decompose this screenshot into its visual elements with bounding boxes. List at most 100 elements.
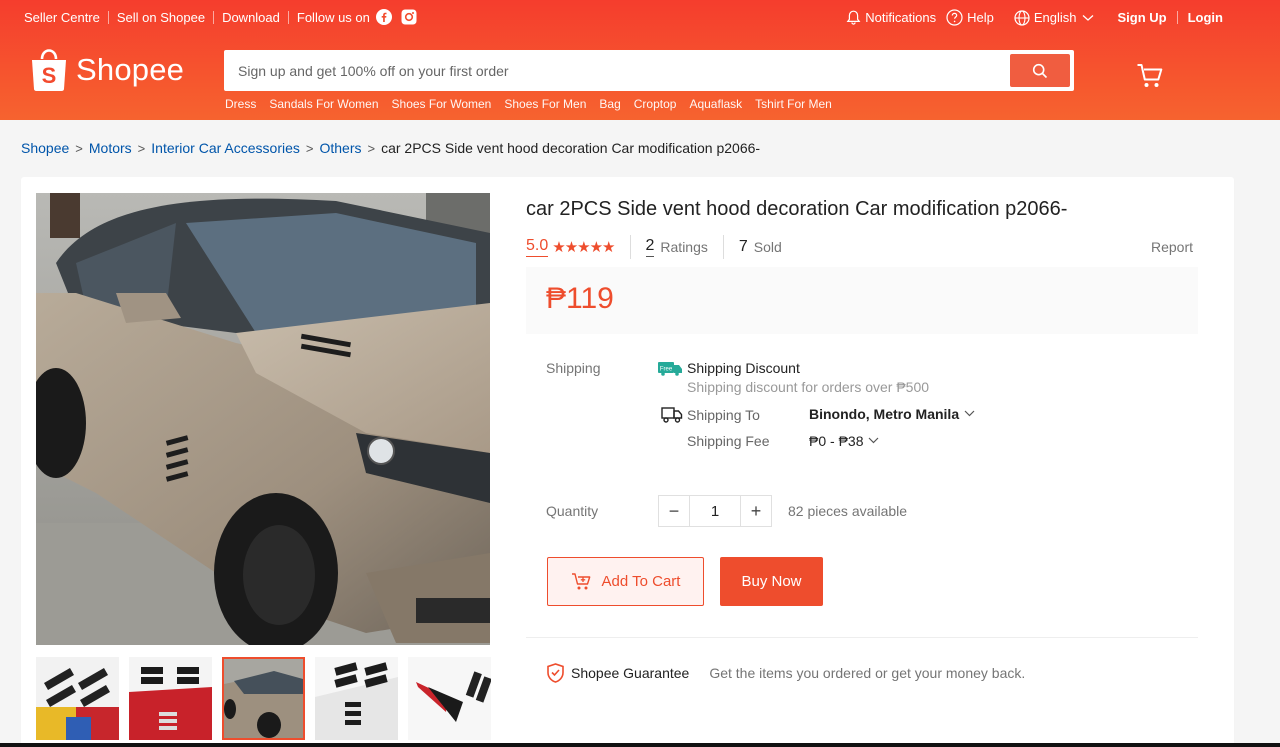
help-icon [946,9,963,26]
language-selector[interactable]: English [1014,9,1098,26]
notifications-link[interactable]: Notifications [846,10,936,26]
add-to-cart-button[interactable]: Add To Cart [547,557,704,606]
report-link[interactable]: Report [1151,239,1193,255]
buy-now-button[interactable]: Buy Now [720,557,823,606]
help-label: Help [967,10,994,25]
quantity-stepper: − 1 + [658,495,772,527]
keyword-link[interactable]: Tshirt For Men [755,97,832,111]
follow-us-label: Follow us on [296,9,370,25]
free-badge-text: Free [660,366,673,372]
shipping-label: Shipping [546,360,601,376]
truck-icon [661,407,683,423]
product-main-image[interactable] [36,193,490,645]
login-link[interactable]: Login [1188,10,1223,25]
topbar-right: Notifications Help English Sign Up Login [836,9,1223,26]
shipping-discount-row: Free Shipping Discount [658,360,800,376]
breadcrumb-interior-car-accessories[interactable]: Interior Car Accessories [151,140,300,156]
shipping-to-value: Binondo, Metro Manila [809,406,960,422]
rating-score[interactable]: 5.0 [526,237,549,257]
product-thumbnail[interactable] [36,657,119,740]
keyword-link[interactable]: Aquaflask [689,97,742,111]
search-icon [1032,63,1048,78]
shipping-fee-selector[interactable]: ₱0 - ₱38 [809,433,879,449]
product-thumbnail[interactable] [408,657,491,740]
add-to-cart-label: Add To Cart [601,573,681,590]
shopee-guarantee: Shopee Guarantee Get the items you order… [546,663,1025,683]
topbar-left: Seller Centre Sell on Shopee Download Fo… [24,9,417,25]
rating-row: 5.0 ★★★★★ 2 Ratings 7 Sold Report [526,233,1193,261]
window-bottom-edge [0,743,1280,747]
ratings-count[interactable]: 2 [645,237,655,257]
chevron-down-icon [868,435,879,447]
help-link[interactable]: Help [946,9,994,26]
breadcrumb-motors[interactable]: Motors [89,140,132,156]
chevron-right-icon: > [75,140,83,156]
trending-keywords: Dress Sandals For Women Shoes For Women … [225,97,845,111]
divider [526,637,1198,638]
sell-on-shopee-link[interactable]: Sell on Shopee [117,10,205,25]
search-button[interactable] [1010,54,1070,87]
search-bar [224,50,1074,91]
add-to-cart-icon [571,572,590,589]
divider [629,235,631,259]
chevron-down-icon [964,408,975,420]
instagram-icon[interactable] [401,9,417,25]
search-input[interactable] [224,50,1010,91]
shipping-to-selector[interactable]: Binondo, Metro Manila [809,406,975,422]
product-card: car 2PCS Side vent hood decoration Car m… [21,177,1234,747]
ratings-label: Ratings [660,239,708,255]
svg-text:S: S [42,63,57,88]
brand-name: Shopee [76,52,185,87]
breadcrumb-shopee[interactable]: Shopee [21,140,69,156]
globe-icon [1014,9,1030,26]
seller-centre-link[interactable]: Seller Centre [24,10,100,25]
quantity-label: Quantity [546,503,599,519]
shopee-bag-icon: S [32,49,66,91]
header-cart-button[interactable] [1136,62,1164,95]
decrement-button[interactable]: − [658,495,690,527]
shipping-discount-title: Shipping Discount [687,360,800,376]
free-shipping-icon: Free [658,361,682,376]
shipping-discount-sub: Shipping discount for orders over ₱500 [687,379,930,395]
keyword-link[interactable]: Shoes For Women [392,97,492,111]
keyword-link[interactable]: Dress [225,97,256,111]
sign-up-link[interactable]: Sign Up [1118,10,1167,25]
keyword-link[interactable]: Croptop [634,97,677,111]
keyword-link[interactable]: Shoes For Men [504,97,586,111]
language-label: English [1033,10,1077,25]
breadcrumb: Shopee > Motors > Interior Car Accessori… [21,140,760,156]
divider [287,10,289,24]
divider [107,10,109,24]
divider [1176,11,1178,24]
sold-label: Sold [753,239,782,255]
shipping-to-label: Shipping To [687,407,760,423]
product-thumbnail[interactable] [315,657,398,740]
shipping-fee-label: Shipping Fee [687,433,770,449]
product-thumbnail[interactable] [129,657,212,740]
sold-count: 7 [738,238,748,255]
shipping-fee-value: ₱0 - ₱38 [809,433,864,449]
product-thumbnail-selected[interactable] [222,657,305,740]
breadcrumb-others[interactable]: Others [319,140,361,156]
shopee-logo[interactable]: S Shopee [30,48,184,92]
chevron-down-icon [1082,14,1093,21]
price-section: ₱119 [526,267,1198,334]
topbar: Seller Centre Sell on Shopee Download Fo… [0,0,1280,34]
guarantee-text: Get the items you ordered or get your mo… [709,665,1026,681]
quantity-input[interactable]: 1 [690,495,740,527]
divider [722,235,724,259]
chevron-right-icon: > [305,140,314,156]
keyword-link[interactable]: Sandals For Women [269,97,378,111]
facebook-icon[interactable] [375,9,392,25]
download-link[interactable]: Download [222,10,280,25]
product-price: ₱119 [546,282,614,315]
increment-button[interactable]: + [740,495,772,527]
shipping-to-row: Shipping To [661,406,760,424]
guarantee-title[interactable]: Shopee Guarantee [571,665,689,681]
header: Seller Centre Sell on Shopee Download Fo… [0,0,1280,120]
notifications-label: Notifications [865,10,937,25]
keyword-link[interactable]: Bag [599,97,620,111]
chevron-right-icon: > [367,140,376,156]
divider [213,10,215,24]
bell-icon [846,10,861,25]
